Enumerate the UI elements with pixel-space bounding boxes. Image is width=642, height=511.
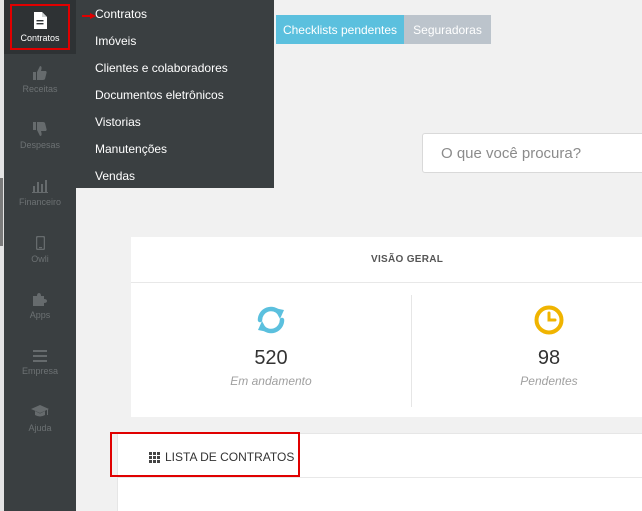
- submenu-item-imoveis[interactable]: Imóveis: [95, 34, 136, 48]
- sidebar-item-owli[interactable]: Owli: [4, 236, 76, 290]
- refresh-icon: [257, 306, 285, 334]
- sidebar: Contratos Receitas Despesas Financeiro O…: [4, 0, 76, 511]
- menu-lines-icon: [33, 350, 47, 362]
- overview-title: VISÃO GERAL: [371, 254, 444, 265]
- sidebar-item-receitas[interactable]: Receitas: [4, 66, 76, 120]
- overview-card: VISÃO GERAL 520 Em andamento 98 Pendente…: [131, 237, 642, 417]
- tab-seguradoras[interactable]: Seguradoras: [404, 15, 491, 44]
- search-input[interactable]: [422, 133, 642, 173]
- sidebar-item-empresa[interactable]: Empresa: [4, 350, 76, 404]
- sidebar-item-label: Ajuda: [28, 423, 52, 433]
- sidebar-item-label: Apps: [29, 310, 51, 320]
- stat-value: 98: [537, 347, 561, 369]
- stat-em-andamento[interactable]: 520 Em andamento: [191, 303, 351, 388]
- stat-caption: Em andamento: [230, 374, 312, 388]
- submenu-item-contratos[interactable]: Contratos: [95, 7, 147, 21]
- submenu-item-vendas[interactable]: Vendas: [95, 169, 135, 183]
- contracts-list-highlight-box: [110, 432, 300, 477]
- bar-chart-icon: [32, 180, 48, 193]
- puzzle-icon: [33, 293, 47, 306]
- sidebar-item-label: Financeiro: [18, 197, 62, 207]
- sidebar-item-label: Despesas: [19, 140, 61, 150]
- overview-divider: [411, 295, 412, 407]
- contratos-highlight-box: [10, 4, 70, 50]
- mobile-icon: [35, 236, 45, 250]
- sidebar-item-apps[interactable]: Apps: [4, 292, 76, 346]
- thumbs-up-icon: [33, 66, 47, 80]
- sidebar-item-label: Owli: [31, 254, 49, 264]
- graduation-cap-icon: [31, 405, 49, 417]
- stat-pendentes[interactable]: 98 Pendentes: [469, 303, 629, 388]
- overview-header: VISÃO GERAL: [131, 237, 642, 283]
- contratos-submenu: Contratos Imóveis Clientes e colaborador…: [76, 0, 274, 188]
- submenu-item-clientes[interactable]: Clientes e colaboradores: [95, 61, 228, 75]
- tab-checklists-pendentes[interactable]: Checklists pendentes: [276, 15, 404, 44]
- submenu-item-vistorias[interactable]: Vistorias: [95, 115, 141, 129]
- sidebar-item-label: Receitas: [22, 84, 58, 94]
- edge-scroll-marker: [0, 178, 3, 246]
- red-arrow-icon: [82, 13, 96, 19]
- sidebar-item-ajuda[interactable]: Ajuda: [4, 405, 76, 459]
- submenu-item-documentos[interactable]: Documentos eletrônicos: [95, 88, 224, 102]
- stat-caption: Pendentes: [520, 374, 578, 388]
- thumbs-down-icon: [33, 122, 47, 136]
- sidebar-item-financeiro[interactable]: Financeiro: [4, 180, 76, 234]
- stat-value: 520: [254, 347, 288, 369]
- clock-icon: [534, 305, 564, 335]
- sidebar-item-despesas[interactable]: Despesas: [4, 122, 76, 176]
- submenu-item-manutencoes[interactable]: Manutenções: [95, 142, 167, 156]
- sidebar-item-label: Empresa: [21, 366, 58, 376]
